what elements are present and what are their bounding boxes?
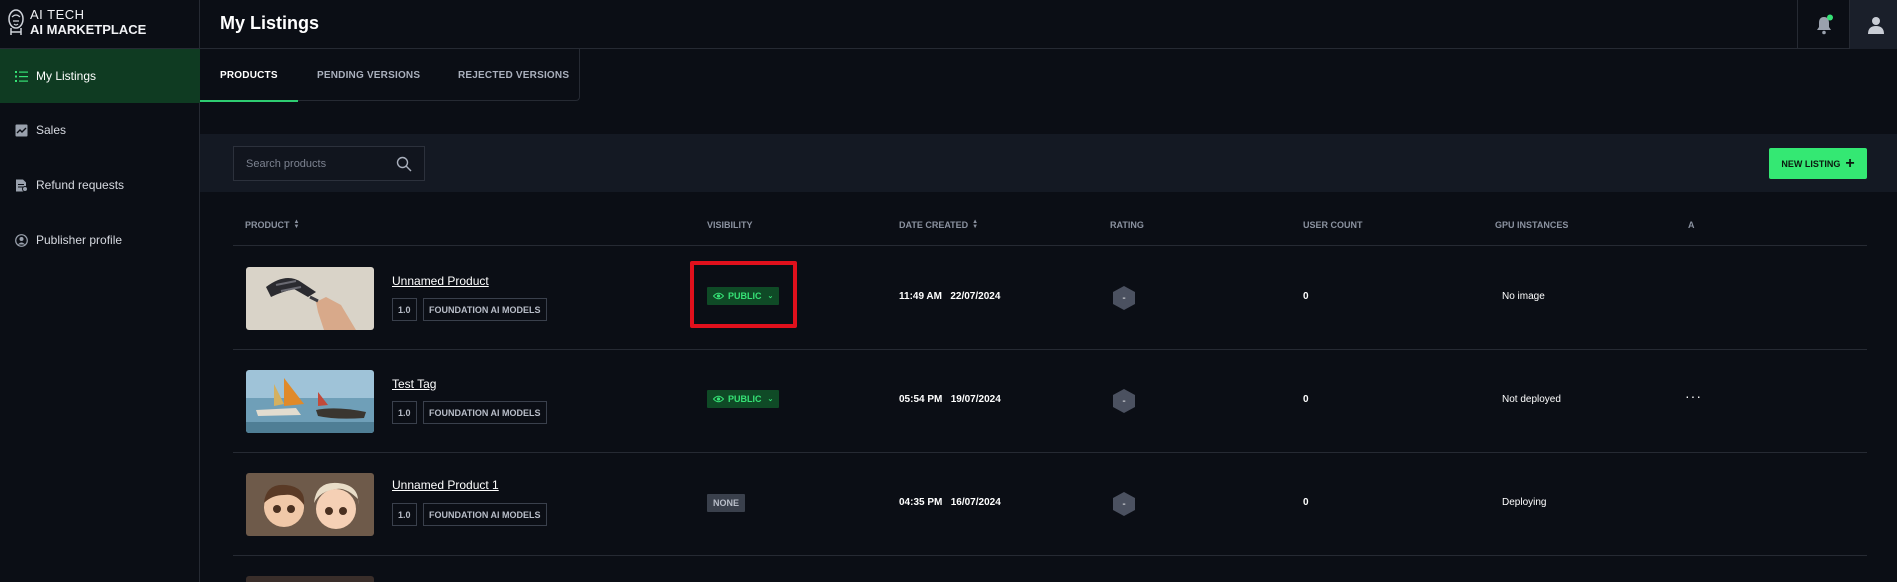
brand-line2: AI MARKETPLACE — [30, 22, 147, 37]
user-count: 0 — [1303, 291, 1309, 302]
sidebar-item-label: Refund requests — [36, 178, 125, 192]
sidebar-item-label: Sales — [36, 123, 67, 137]
sidebar-item-my-listings[interactable]: My Listings — [0, 49, 200, 103]
product-thumbnail[interactable] — [246, 473, 374, 536]
column-header-gpu-instances: GPU INSTANCES — [1495, 220, 1568, 230]
gpu-instances: Not deployed — [1502, 394, 1561, 405]
visibility-badge[interactable]: NONE — [707, 494, 746, 512]
rating-value: - — [1122, 396, 1125, 407]
user-icon — [1867, 16, 1884, 34]
date-created: 11:49 AM 22/07/2024 — [899, 291, 1000, 302]
chart-icon — [15, 124, 28, 137]
category-badge: FOUNDATION AI MODELS — [423, 401, 547, 424]
category-badge: FOUNDATION AI MODELS — [423, 298, 547, 321]
toolbar: NEW LISTING + — [200, 134, 1897, 192]
table-header: PRODUCT ▲ ▼ VISIBILITY DATE CREATED ▲ ▼ RA… — [233, 208, 1867, 246]
rating-badge: - — [1112, 285, 1136, 311]
brand-line1: AI TECH — [30, 7, 85, 22]
created-time: 04:35 PM — [899, 497, 943, 508]
refund-icon — [15, 179, 28, 192]
plus-icon: + — [1845, 154, 1855, 172]
page-title: My Listings — [220, 13, 320, 33]
created-time: 11:49 AM — [899, 291, 942, 302]
column-label: A — [1688, 220, 1695, 230]
rating-badge: - — [1112, 388, 1136, 414]
sidebar-item-sales[interactable]: Sales — [0, 103, 200, 157]
product-name-link[interactable]: Unnamed Product 1 — [392, 478, 499, 492]
rating-badge: - — [1112, 491, 1136, 517]
chevron-down-icon: ⌄ — [767, 396, 774, 403]
sidebar: AI TECH AI MARKETPLACE My Listings Sales… — [0, 0, 200, 582]
search-box[interactable] — [233, 146, 425, 181]
column-label: PRODUCT — [245, 220, 290, 230]
tab-products[interactable]: PRODUCTS — [200, 49, 298, 102]
highlight-box — [690, 261, 797, 328]
user-count: 0 — [1303, 394, 1309, 405]
eye-icon — [713, 395, 724, 403]
new-listing-button[interactable]: NEW LISTING + — [1769, 148, 1867, 179]
version-badge: 1.0 — [392, 298, 417, 321]
column-header-visibility: VISIBILITY — [707, 220, 753, 230]
user-count: 0 — [1303, 497, 1309, 508]
new-listing-label: NEW LISTING — [1781, 158, 1841, 169]
date-created: 05:54 PM 19/07/2024 — [899, 394, 1001, 405]
header: My Listings — [200, 0, 1897, 49]
column-label: DATE CREATED — [899, 220, 969, 230]
version-badge: 1.0 — [392, 503, 417, 526]
visibility-dropdown[interactable]: PUBLIC ⌄ — [707, 390, 780, 408]
column-label: VISIBILITY — [707, 220, 753, 230]
sort-icon[interactable]: ▲ ▼ — [972, 219, 978, 230]
sidebar-item-refund-requests[interactable]: Refund requests — [0, 158, 200, 212]
gpu-instances: Deploying — [1502, 497, 1547, 508]
category-badge: FOUNDATION AI MODELS — [423, 503, 547, 526]
product-name-link[interactable]: Test Tag — [392, 377, 436, 391]
column-label: USER COUNT — [1303, 220, 1363, 230]
user-menu-button[interactable] — [1849, 0, 1897, 49]
table-row[interactable]: Unnamed Product 1 1.0 FOUNDATION AI MODE… — [233, 453, 1867, 556]
tab-rejected-versions[interactable]: REJECTED VERSIONS — [458, 49, 569, 101]
column-label: GPU INSTANCES — [1495, 220, 1569, 230]
logo-icon — [8, 9, 24, 35]
column-header-product[interactable]: PRODUCT ▲ ▼ — [245, 219, 300, 230]
rating-value: - — [1122, 293, 1125, 304]
column-label: RATING — [1110, 220, 1144, 230]
sidebar-item-label: My Listings — [36, 69, 97, 83]
product-thumbnail-partial — [246, 576, 374, 582]
visibility-label: PUBLIC — [728, 394, 762, 404]
more-actions-button[interactable]: ··· — [1685, 388, 1702, 404]
sidebar-item-label: Publisher profile — [36, 233, 123, 247]
tab-bar: PRODUCTS PENDING VERSIONS REJECTED VERSI… — [200, 49, 580, 102]
sidebar-item-publisher-profile[interactable]: Publisher profile — [0, 213, 200, 267]
column-header-date-created[interactable]: DATE CREATED ▲ ▼ — [899, 219, 978, 230]
search-icon[interactable] — [396, 156, 412, 172]
list-icon — [15, 70, 28, 83]
table-row[interactable]: Unnamed Product 1.0 FOUNDATION AI MODELS… — [233, 247, 1867, 350]
gpu-instances: No image — [1502, 291, 1545, 302]
profile-icon — [15, 233, 28, 247]
column-header-actions: A — [1688, 220, 1695, 230]
date-created: 04:35 PM 16/07/2024 — [899, 497, 1001, 508]
search-input[interactable] — [246, 157, 386, 170]
product-thumbnail[interactable] — [246, 370, 374, 433]
created-date: 22/07/2024 — [950, 291, 1001, 302]
sort-icon[interactable]: ▲ ▼ — [294, 219, 300, 230]
created-time: 05:54 PM — [899, 394, 943, 405]
tab-pending-versions[interactable]: PENDING VERSIONS — [317, 49, 420, 101]
version-badge: 1.0 — [392, 401, 417, 424]
product-name-link[interactable]: Unnamed Product — [392, 274, 489, 288]
column-header-user-count: USER COUNT — [1303, 220, 1363, 230]
created-date: 19/07/2024 — [950, 394, 1001, 405]
rating-value: - — [1122, 499, 1125, 510]
table-row[interactable]: Test Tag 1.0 FOUNDATION AI MODELS PUBLIC… — [233, 350, 1867, 453]
column-header-rating: RATING — [1110, 220, 1144, 230]
product-thumbnail[interactable] — [246, 267, 374, 330]
brand[interactable]: AI TECH AI MARKETPLACE — [0, 0, 200, 49]
bell-icon — [1816, 14, 1833, 34]
created-date: 16/07/2024 — [950, 497, 1001, 508]
notifications-button[interactable] — [1797, 0, 1849, 49]
